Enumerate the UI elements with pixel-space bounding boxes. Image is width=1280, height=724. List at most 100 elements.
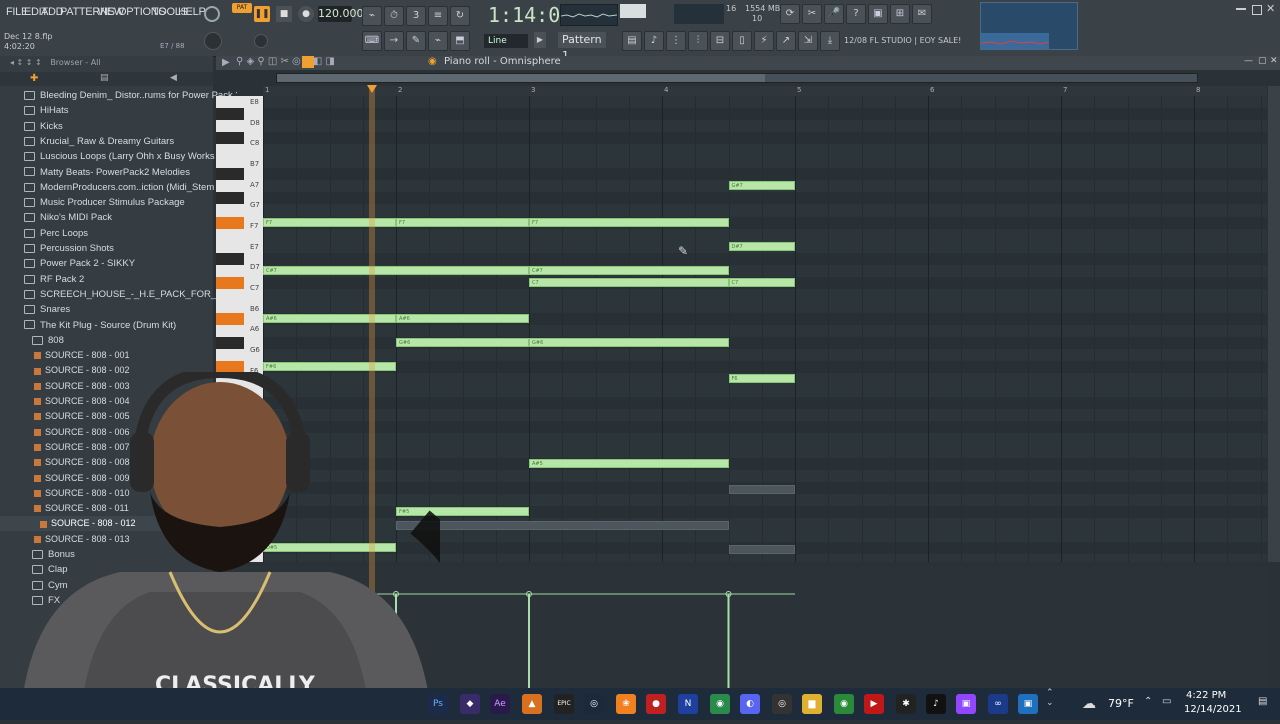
play-button[interactable]: ❚❚ [254,6,270,22]
piano-black-key[interactable] [216,216,244,229]
tempo-tap-icon[interactable]: ↗ [776,31,796,51]
mixer-icon[interactable]: ⫶ [688,31,708,51]
note[interactable]: A#6 [396,313,529,323]
note[interactable]: G#6 [529,338,729,347]
network-icon[interactable]: ▭ [1162,696,1171,707]
browser-app-icon[interactable]: ▣ [1018,694,1038,714]
aftereffects-icon[interactable]: Ae [490,694,510,714]
pattern-prev-icon[interactable]: ▶ [534,32,546,48]
files-icon[interactable]: ▤ [100,73,109,83]
file-explorer-icon[interactable]: ▆ [802,694,822,714]
browser-arrows-icon[interactable]: ◂ ↕ ↕ ↕ [10,58,42,67]
minimize-icon[interactable] [1236,8,1246,10]
browser-item[interactable]: Bleeding Denim_ Distor..rums for Power P… [0,88,237,103]
file-icon[interactable]: ▯ [732,31,752,51]
browser-item[interactable]: Luscious Loops (Larry Ohh x Busy Works B… [0,149,237,164]
metronome-icon[interactable]: ⌁ [362,6,382,26]
arrow-icon[interactable]: → [384,31,404,51]
news-ticker[interactable]: 12/08 FL STUDIO | EOY SALE! [844,36,961,45]
chrome-icon[interactable]: ◉ [834,694,854,714]
piano-black-key[interactable] [216,192,244,205]
tempo-display[interactable]: 120.000 [318,6,364,22]
master-volume[interactable] [620,4,646,18]
browser-item[interactable]: ModernProducers.com..iction (Midi_Stem K… [0,180,237,195]
menu-help[interactable]: HELP [178,6,206,18]
pr-minimize-icon[interactable]: — [1244,56,1253,66]
photoshop-icon[interactable]: Ps [428,694,448,714]
playhead-marker-icon[interactable] [367,85,377,93]
youtube-icon[interactable]: ▶ [864,694,884,714]
add-icon[interactable]: ✚ [30,73,38,84]
note[interactable]: A#6 [263,313,396,323]
save-icon[interactable]: ▣ [868,4,888,24]
taskbar-scroll-icon[interactable]: ⌃ ⌄ [1046,688,1054,708]
help-icon[interactable]: ? [846,4,866,24]
mic-icon[interactable]: 🎤 [824,4,844,24]
wait-icon[interactable]: ⏱ [384,6,404,26]
note[interactable]: C#7 [529,265,729,275]
discord-icon[interactable]: ◐ [740,694,760,714]
piano-black-key[interactable] [216,337,244,350]
tiktok-icon[interactable]: ♪ [926,694,946,714]
note[interactable]: C7 [529,277,729,287]
pencil-icon[interactable]: ✎ [406,31,426,51]
piano-black-key[interactable] [216,132,244,145]
chat-icon[interactable]: ✉ [912,4,932,24]
steam-icon[interactable]: ◎ [584,694,604,714]
browser-item[interactable]: The Kit Plug - Source (Drum Kit) [0,318,237,333]
playlist-icon[interactable]: ▤ [622,31,642,51]
browser-item[interactable]: Snares [0,302,237,317]
note[interactable]: F7 [529,217,729,227]
countdown-icon[interactable]: 3 [406,6,426,26]
maximize-icon[interactable] [1252,5,1262,15]
pattern-select[interactable]: Pattern 1 [558,32,606,62]
browser-item[interactable]: HiHats [0,103,237,118]
browser-item[interactable]: Niko's MIDI Pack [0,210,237,225]
channel-icon[interactable]: ⊟ [710,31,730,51]
keyboard-icon[interactable]: ⌨ [362,31,382,51]
notification-icon[interactable]: ▤ [1258,696,1267,707]
twitch-icon[interactable]: ▣ [956,694,976,714]
horizontal-scrollbar[interactable] [276,73,1198,83]
pat-song-toggle[interactable]: PAT [232,3,252,13]
streamlabs-icon[interactable]: ∞ [988,694,1008,714]
note[interactable]: C7 [728,277,795,287]
record-button[interactable]: ● [298,6,314,22]
master-volume-knob[interactable] [254,34,268,48]
scroll-thumb[interactable] [277,74,765,82]
note[interactable]: F#6 [263,362,396,372]
plug-icon[interactable]: ⚡ [754,31,774,51]
browser-item[interactable]: Power Pack 2 - SIKKY [0,256,237,271]
browser-item[interactable]: Krucial_ Raw & Dreamy Guitars [0,134,237,149]
note[interactable]: F7 [263,217,396,227]
note[interactable]: G#6 [396,338,529,347]
master-pitch-knob[interactable] [204,32,222,50]
note[interactable]: A#5 [529,458,729,468]
note[interactable]: D#7 [728,241,795,251]
tools-icons[interactable]: ⚲ ◈ ⚲ ◫ ✂ ◎ ⌕ ◧ ◨ [236,56,335,67]
vlc-icon[interactable]: ▲ [522,694,542,714]
snap-select[interactable]: Line [484,34,528,48]
online-icon[interactable]: ⟳ [780,4,800,24]
vertical-scrollbar[interactable] [1268,86,1280,562]
app-n-icon[interactable]: N [678,694,698,714]
stop-button[interactable]: ■ [276,6,292,22]
plugin-icon[interactable]: ⊞ [890,4,910,24]
browser-item[interactable]: Music Producer Stimulus Package [0,195,237,210]
song-position[interactable]: 1:14:02 [488,2,572,28]
render-icon[interactable]: ⇲ [798,31,818,51]
browser-item[interactable]: 808 [0,333,245,348]
browser-item[interactable]: Kicks [0,119,237,134]
note[interactable]: F6 [728,374,795,384]
step-edit-icon[interactable]: ≡ [428,6,448,26]
piano-roll-menu-icon[interactable]: ▶ [222,57,230,68]
clock-time[interactable]: 4:22 PM [1186,690,1226,701]
piano-black-key[interactable] [216,252,244,265]
weather-temp[interactable]: 79°F [1108,697,1134,710]
browser-item[interactable]: Percussion Shots [0,241,237,256]
cut-icon[interactable]: ✂ [802,4,822,24]
channel-rack-icon[interactable]: ⋮ [666,31,686,51]
browser-item[interactable]: Perc Loops [0,226,237,241]
piano-roll-icon[interactable]: ♪ [644,31,664,51]
browser-item[interactable]: RF Pack 2 [0,272,237,287]
